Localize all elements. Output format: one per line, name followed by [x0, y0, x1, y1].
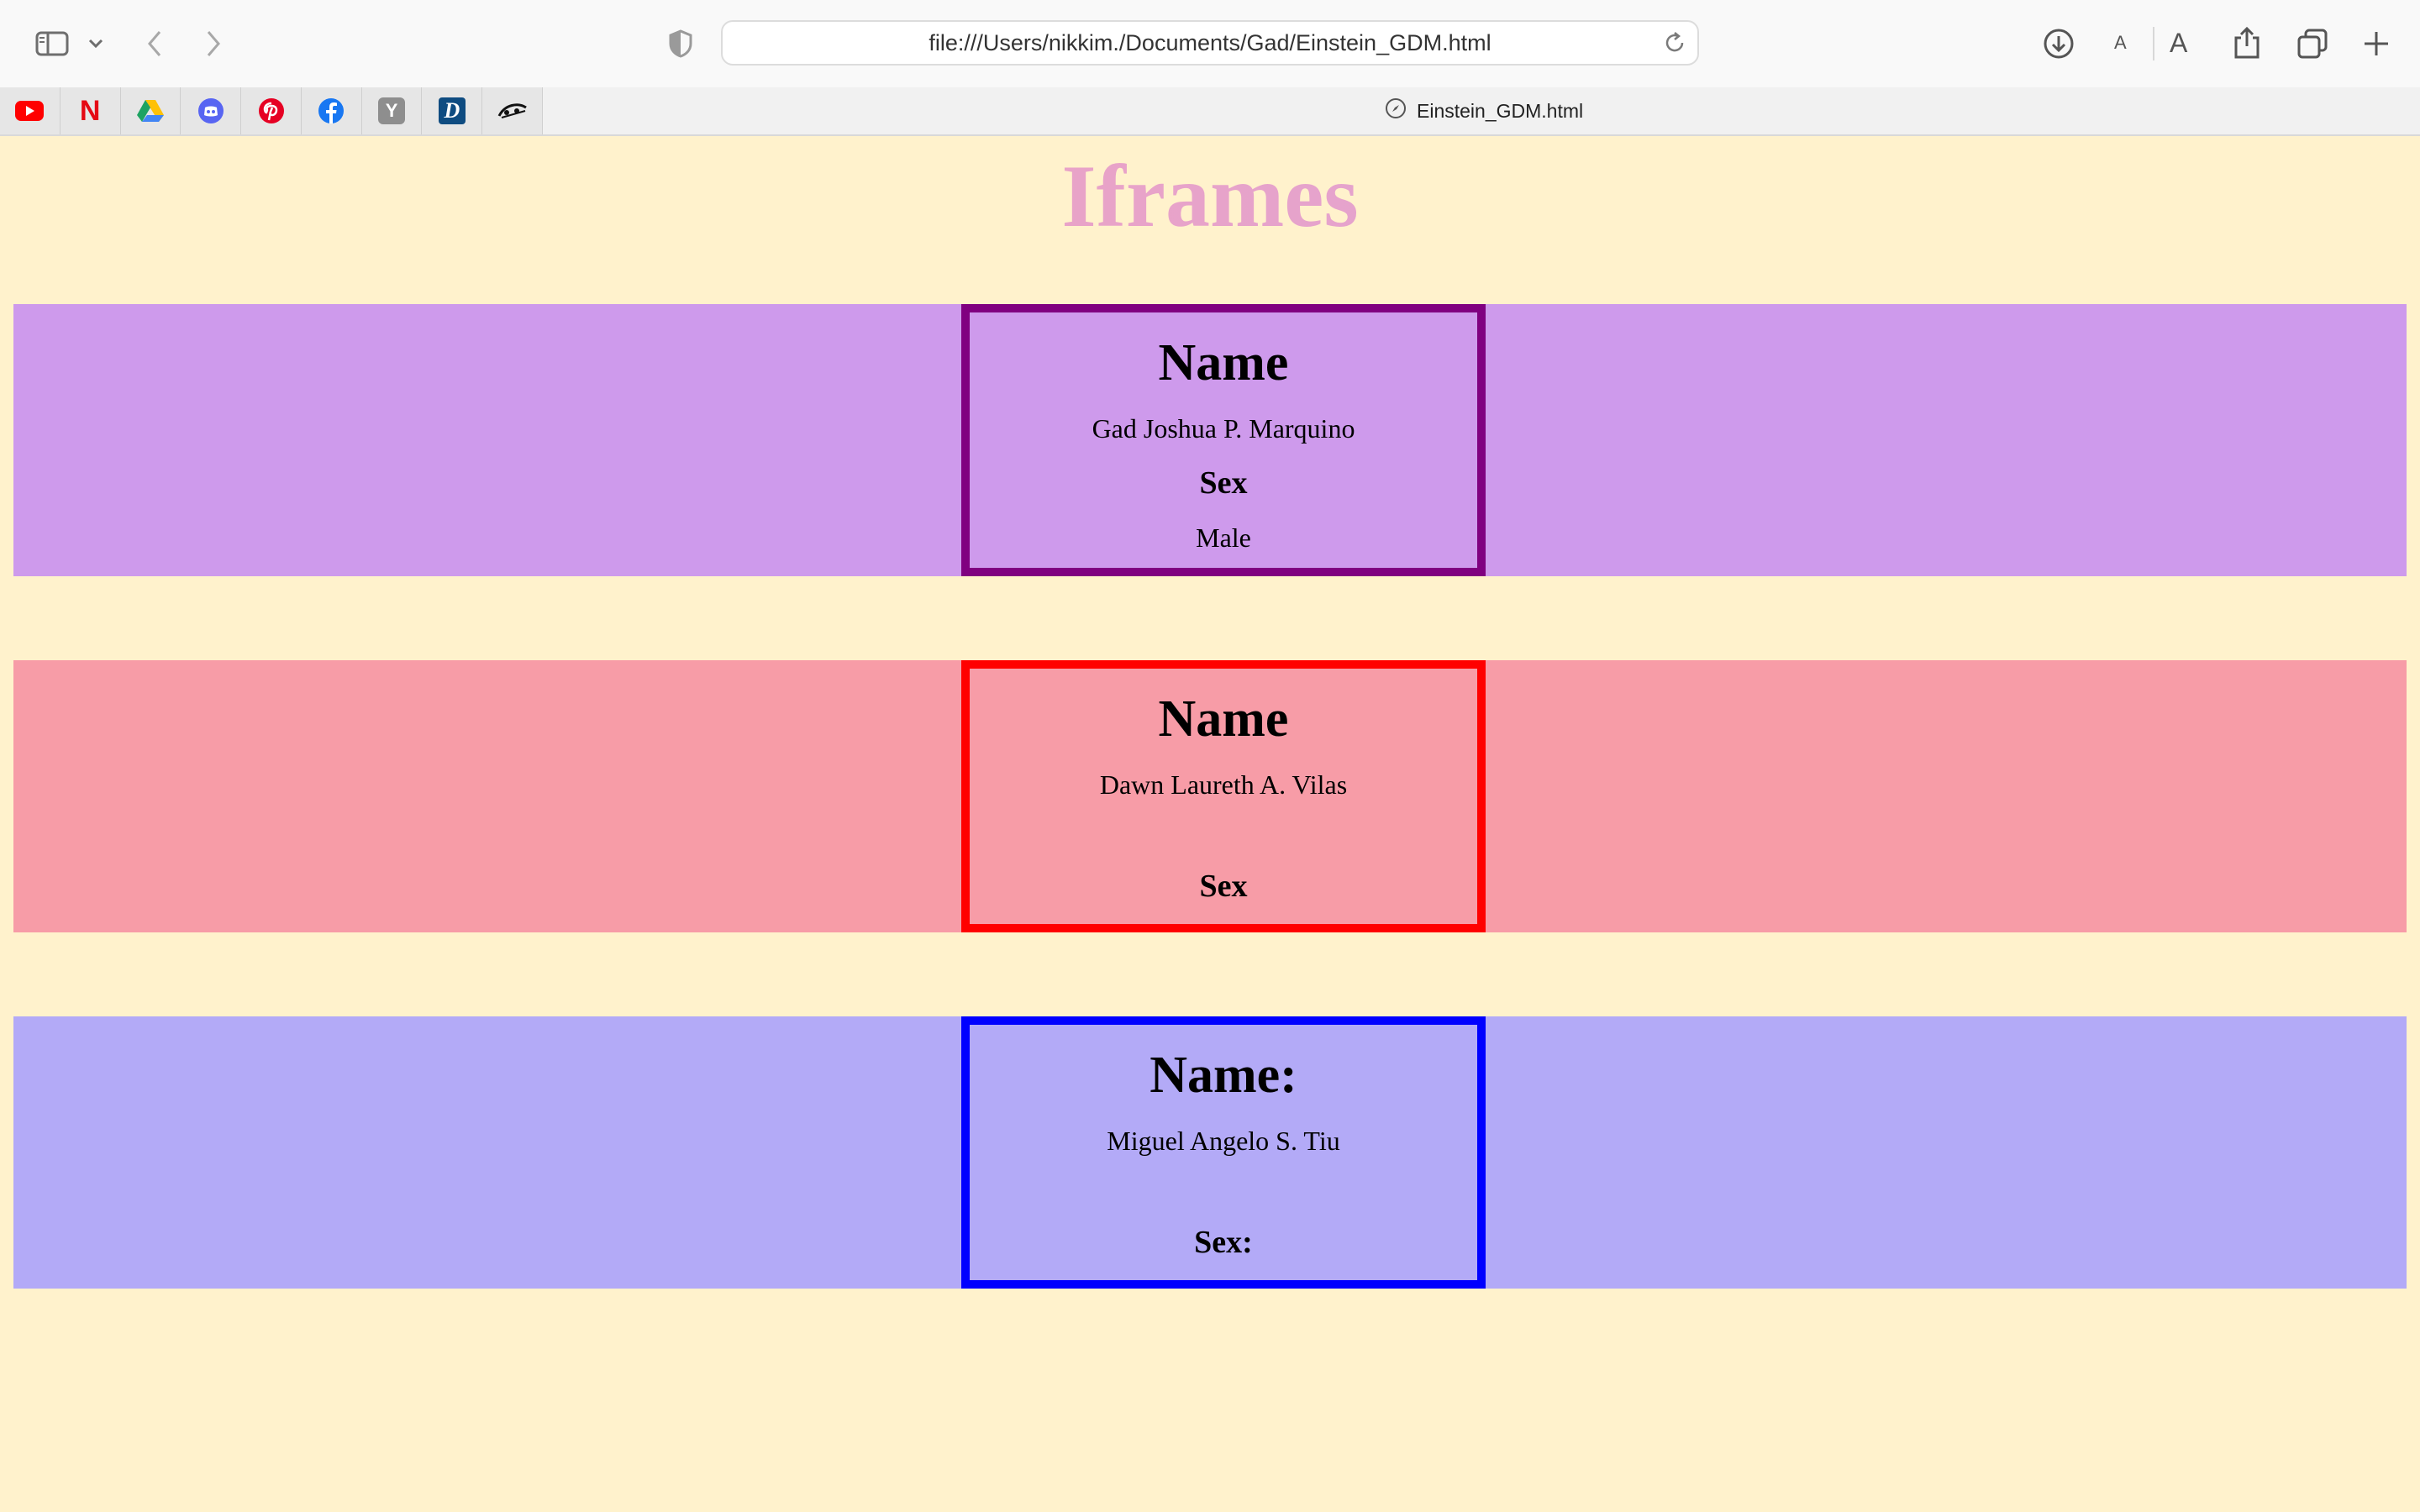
sex-heading: Sex — [1199, 869, 1248, 904]
sex-value: Male — [1196, 522, 1251, 553]
compass-icon — [1385, 97, 1407, 124]
address-bar[interactable]: file:///Users/nikkim./Documents/Gad/Eins… — [721, 20, 1699, 66]
toolbar-divider — [2153, 27, 2154, 60]
share-icon[interactable] — [2228, 24, 2265, 62]
sex-heading: Sex — [1199, 465, 1248, 501]
page-title: Iframes — [0, 143, 2420, 250]
name-value: Gad Joshua P. Marquino — [1092, 413, 1355, 444]
y-combinator-icon[interactable]: Y — [362, 87, 423, 134]
decrease-font-button[interactable]: A — [2114, 29, 2127, 57]
google-drive-icon[interactable] — [121, 87, 182, 134]
active-tab[interactable]: Einstein_GDM.html — [1385, 87, 1583, 134]
name-heading: Name — [1158, 334, 1289, 391]
iframe-band-2: Name Dawn Laureth A. Vilas Sex — [13, 660, 2407, 932]
sidebar-icon[interactable] — [34, 25, 71, 62]
tab-title: Einstein_GDM.html — [1417, 99, 1584, 122]
d-letter: D — [444, 98, 460, 123]
pinterest-icon[interactable] — [241, 87, 302, 134]
name-value: Miguel Angelo S. Tiu — [1107, 1126, 1340, 1156]
name-value: Dawn Laureth A. Vilas — [1099, 769, 1348, 800]
netflix-icon[interactable]: N — [60, 87, 121, 134]
d-icon[interactable]: D — [422, 87, 483, 134]
yc-letter: Y — [385, 100, 398, 121]
reload-icon[interactable] — [1662, 30, 1687, 55]
chevron-down-icon[interactable] — [84, 32, 108, 55]
increase-font-button[interactable]: A — [2170, 24, 2187, 62]
youtube-icon[interactable] — [0, 87, 60, 134]
sex-heading: Sex: — [1194, 1225, 1253, 1260]
facebook-icon[interactable] — [302, 87, 362, 134]
forward-icon[interactable] — [197, 25, 230, 62]
new-tab-icon[interactable] — [2358, 25, 2395, 62]
iframe-1[interactable]: Name Gad Joshua P. Marquino Sex Male — [961, 304, 1486, 576]
iframe-band-3: Name: Miguel Angelo S. Tiu Sex: — [13, 1016, 2407, 1289]
address-text[interactable]: file:///Users/nikkim./Documents/Gad/Eins… — [723, 22, 1697, 64]
iframe-band-1: Name Gad Joshua P. Marquino Sex Male — [13, 304, 2407, 576]
iframe-3[interactable]: Name: Miguel Angelo S. Tiu Sex: — [961, 1016, 1486, 1289]
tab-bar: N Y D Einstein_GDM.html — [0, 87, 2420, 136]
back-icon[interactable] — [138, 25, 171, 62]
netflix-letter: N — [79, 94, 101, 127]
discord-icon[interactable] — [181, 87, 242, 134]
iframe-2[interactable]: Name Dawn Laureth A. Vilas Sex — [961, 660, 1486, 932]
privacy-shield-icon[interactable] — [664, 27, 697, 60]
name-heading: Name — [1158, 690, 1289, 748]
browser-toolbar: file:///Users/nikkim./Documents/Gad/Eins… — [0, 0, 2420, 87]
tabs-overview-icon[interactable] — [2294, 25, 2331, 62]
downloads-icon[interactable] — [2040, 25, 2077, 62]
name-heading: Name: — [1150, 1047, 1297, 1104]
favorites-bar: N Y D — [0, 87, 544, 134]
logo-icon[interactable] — [482, 87, 544, 134]
